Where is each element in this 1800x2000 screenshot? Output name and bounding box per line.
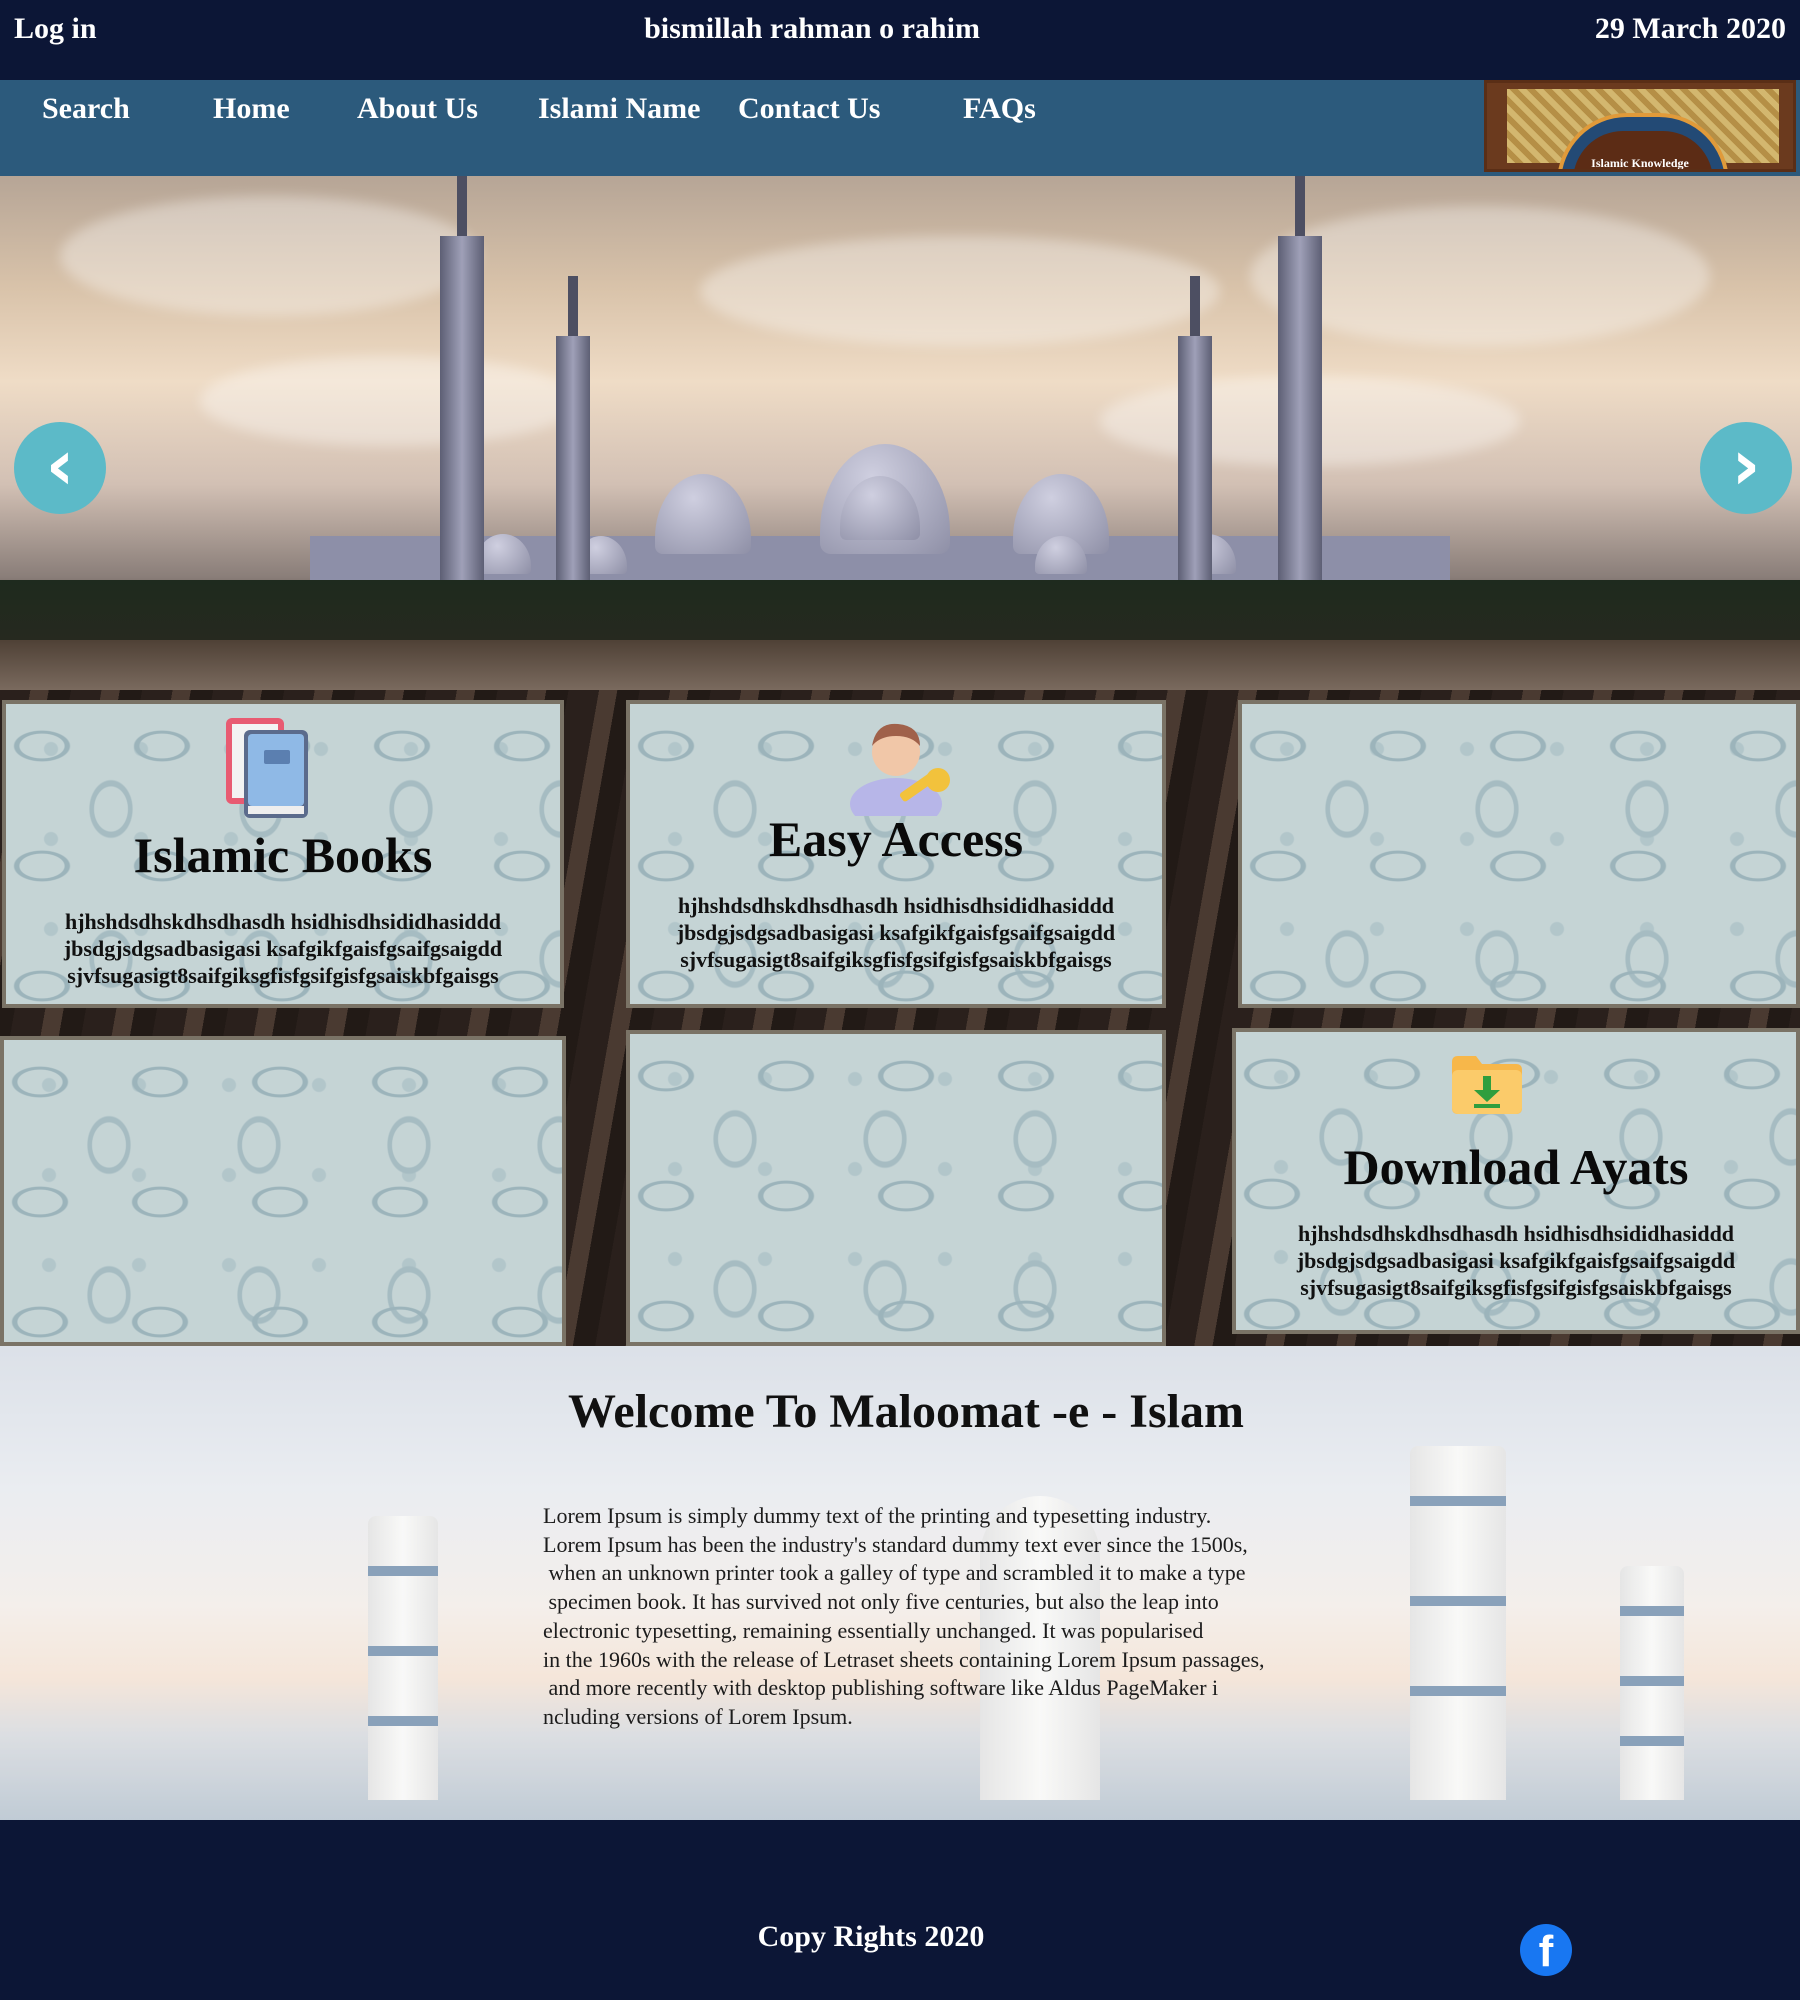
mosque-dome [655,474,751,554]
minaret [1278,176,1322,616]
ground [0,640,1800,690]
top-bar: Log in bismillah rahman o rahim 29 March… [0,0,1800,80]
minaret [556,276,590,616]
feature-title: Easy Access [768,811,1024,867]
nav-item-about-us[interactable]: About Us [357,92,478,126]
chevron-right-icon: › [1731,424,1761,506]
main-nav: Search Home About Us Islami Name Contact… [0,80,1800,176]
site-logo[interactable]: Islamic Knowledge [1484,80,1796,172]
nav-item-faqs[interactable]: FAQs [963,92,1036,126]
date-text: 29 March 2020 [1594,12,1786,45]
logo-text: Islamic Knowledge [1591,156,1689,170]
feature-card-easy-access[interactable]: Easy Access hjhshdsdhskdhsdhasdh hsidhis… [626,700,1166,1008]
footer: Copy Rights 2020 f [0,1820,1800,2000]
carousel-next-button[interactable]: › [1700,422,1792,514]
welcome-body: Lorem Ipsum is simply dummy text of the … [543,1503,1265,1729]
nav-item-contact-us[interactable]: Contact Us [738,92,881,126]
feature-card-islamic-books[interactable]: Islamic Books hjhshdsdhskdhsdhasdh hsidh… [2,700,564,1008]
facebook-icon[interactable]: f [1520,1924,1572,1976]
welcome-section: Welcome To Maloomat -e - Islam Lorem Ips… [0,1346,1800,1820]
feature-text: hjhshdsdhskdhsdhasdh hsidhisdhsididhasid… [1296,1221,1736,1300]
feature-grid: Islamic Books hjhshdsdhskdhsdhasdh hsidh… [0,690,1800,1346]
feature-card-empty [0,1036,566,1346]
feature-card-empty [626,1030,1166,1346]
minaret [1178,276,1212,616]
minaret [440,176,484,616]
greeting-text: bismillah rahman o rahim [644,12,980,45]
feature-card-download-ayats[interactable]: Download Ayats hjhshdsdhskdhsdhasdh hsid… [1232,1028,1800,1334]
cloud [200,356,580,446]
feature-title: Islamic Books [133,827,433,883]
feature-card-empty [1238,700,1800,1008]
feature-title: Download Ayats [1343,1139,1689,1195]
download-folder-icon [1450,1054,1524,1116]
feature-text: hjhshdsdhskdhsdhasdh hsidhisdhsididhasid… [63,909,503,988]
user-key-icon [846,716,956,830]
hero-carousel [0,176,1800,690]
nav-item-home[interactable]: Home [213,92,290,126]
cloud [60,196,480,316]
copyright-text: Copy Rights 2020 [757,1920,985,1953]
cloud [700,236,1220,346]
nav-item-search[interactable]: Search [42,92,130,126]
nav-item-islami-name[interactable]: Islami Name [538,92,700,126]
welcome-title: Welcome To Maloomat -e - Islam [568,1385,1244,1438]
chevron-left-icon: ‹ [45,424,75,506]
feature-text: hjhshdsdhskdhsdhasdh hsidhisdhsididhasid… [676,893,1116,972]
books-icon [222,716,312,820]
carousel-prev-button[interactable]: ‹ [14,422,106,514]
